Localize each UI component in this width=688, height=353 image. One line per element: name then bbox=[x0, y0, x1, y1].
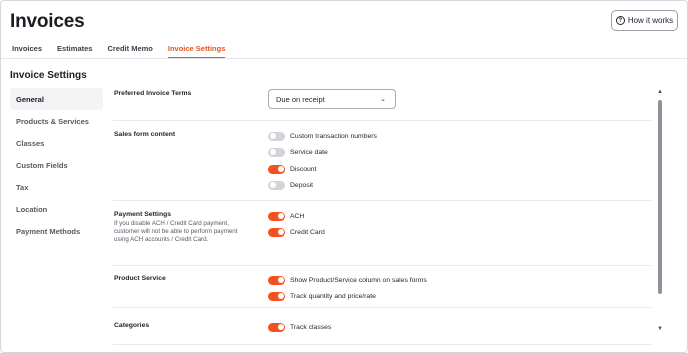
settings-title: Invoice Settings bbox=[10, 70, 87, 81]
deposit-toggle[interactable] bbox=[268, 180, 285, 190]
service-date-toggle[interactable] bbox=[268, 147, 285, 157]
sidebar-item-products-services[interactable]: Products & Services bbox=[10, 110, 103, 132]
option-service-date: Service date bbox=[268, 147, 328, 157]
categories-row: Categories Track classes bbox=[113, 308, 651, 352]
preferred-terms-label: Preferred Invoice Terms bbox=[114, 90, 192, 97]
option-label: Track quantity and price/rate bbox=[290, 292, 376, 300]
how-it-works-label: How it works bbox=[627, 16, 674, 25]
preferred-terms-select[interactable]: Due on receipt ⌄ bbox=[268, 89, 396, 109]
credit-card-toggle[interactable] bbox=[268, 227, 285, 237]
app-window: Invoices ? How it works Invoices Estimat… bbox=[0, 0, 688, 353]
tab-credit-memo[interactable]: Credit Memo bbox=[107, 41, 152, 58]
tab-invoice-settings[interactable]: Invoice Settings bbox=[167, 41, 226, 58]
question-circle-icon: ? bbox=[615, 16, 625, 25]
track-quantity-price-toggle[interactable] bbox=[268, 291, 285, 301]
sidebar-item-custom-fields[interactable]: Custom Fields bbox=[10, 154, 103, 176]
scroll-down-arrow-icon[interactable]: ▼ bbox=[657, 326, 663, 332]
payment-settings-label: Payment Settings bbox=[114, 211, 172, 218]
sidebar-item-general[interactable]: General bbox=[10, 88, 103, 110]
settings-content: Preferred Invoice Terms Due on receipt ⌄… bbox=[113, 81, 651, 352]
sales-form-row: Sales form content Custom transaction nu… bbox=[113, 121, 651, 201]
option-label: Track classes bbox=[290, 323, 332, 331]
payment-settings-description: If you disable ACH / Credit Card payment… bbox=[114, 220, 238, 243]
sidebar-item-tax[interactable]: Tax bbox=[10, 176, 103, 198]
sidebar-item-location[interactable]: Location bbox=[10, 198, 103, 220]
option-custom-transaction-numbers: Custom transaction numbers bbox=[268, 131, 377, 141]
tab-invoices[interactable]: Invoices bbox=[12, 41, 42, 58]
option-label: ACH bbox=[290, 212, 305, 220]
track-classes-toggle[interactable] bbox=[268, 322, 285, 332]
custom-transaction-numbers-toggle[interactable] bbox=[268, 131, 285, 141]
option-label: Deposit bbox=[290, 181, 314, 189]
tab-estimates[interactable]: Estimates bbox=[57, 41, 92, 58]
option-label: Credit Card bbox=[290, 228, 325, 236]
option-label: Service date bbox=[290, 148, 328, 156]
discount-toggle[interactable] bbox=[268, 164, 285, 174]
sidebar-item-payment-methods[interactable]: Payment Methods bbox=[10, 220, 103, 242]
option-deposit: Deposit bbox=[268, 180, 313, 190]
sidebar-item-classes[interactable]: Classes bbox=[10, 132, 103, 154]
how-it-works-button[interactable]: ? How it works bbox=[611, 10, 678, 31]
option-label: Discount bbox=[290, 165, 317, 173]
vertical-scrollbar[interactable]: ▲ ▼ bbox=[655, 87, 665, 337]
settings-sidebar: General Products & Services Classes Cust… bbox=[10, 88, 103, 242]
product-service-label: Product Service bbox=[114, 275, 166, 282]
option-ach: ACH bbox=[268, 211, 304, 221]
option-discount: Discount bbox=[268, 164, 316, 174]
option-credit-card: Credit Card bbox=[268, 227, 325, 237]
scrollbar-thumb[interactable] bbox=[658, 100, 662, 294]
tab-bar: Invoices Estimates Credit Memo Invoice S… bbox=[12, 41, 240, 58]
chevron-down-icon: ⌄ bbox=[380, 96, 386, 103]
option-label: Show Product/Service column on sales for… bbox=[290, 276, 427, 284]
ach-toggle[interactable] bbox=[268, 211, 285, 221]
option-track-classes: Track classes bbox=[268, 322, 331, 332]
page-title: Invoices bbox=[10, 11, 85, 32]
categories-label: Categories bbox=[114, 322, 150, 329]
sales-form-label: Sales form content bbox=[114, 131, 176, 138]
preferred-terms-row: Preferred Invoice Terms Due on receipt ⌄ bbox=[113, 81, 651, 121]
option-label: Custom transaction numbers bbox=[290, 132, 377, 140]
scroll-up-arrow-icon[interactable]: ▲ bbox=[657, 89, 663, 95]
tab-divider bbox=[1, 58, 687, 59]
product-service-row: Product Service Show Product/Service col… bbox=[113, 265, 651, 308]
option-track-quantity-price: Track quantity and price/rate bbox=[268, 291, 376, 301]
option-show-product-service-column: Show Product/Service column on sales for… bbox=[268, 275, 427, 285]
show-product-service-column-toggle[interactable] bbox=[268, 275, 285, 285]
preferred-terms-value: Due on receipt bbox=[276, 94, 325, 104]
